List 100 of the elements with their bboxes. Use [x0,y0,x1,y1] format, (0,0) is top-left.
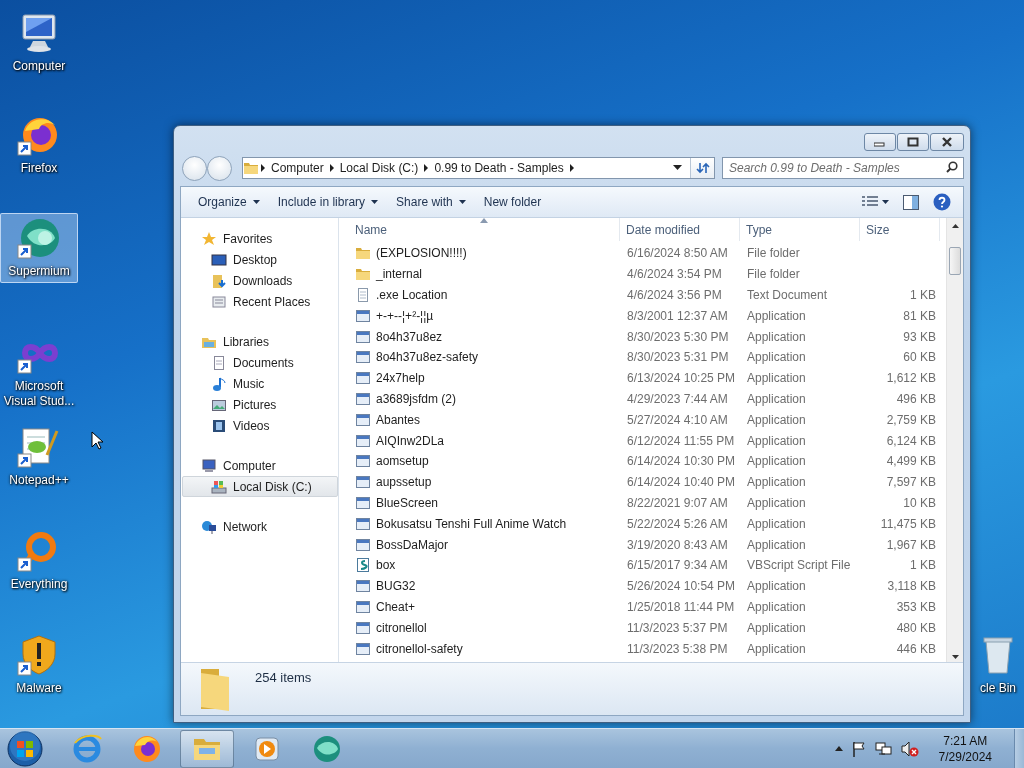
maximize-button[interactable] [897,133,929,151]
chevron-icon[interactable] [259,163,267,173]
help-button[interactable] [931,191,953,213]
windows-orb-icon [7,730,43,767]
taskbar-button[interactable] [180,729,234,768]
file-name[interactable]: Bokusatsu Tenshi Full Anime Watch [355,515,626,532]
address-bar[interactable]: Computer Local Disk (C:) 0.99 to Death - Samples [242,157,715,179]
scrollbar[interactable] [946,218,963,662]
monitor-icon [211,251,227,268]
sidebar-item[interactable]: Videos [182,415,338,436]
column-header[interactable]: Name [349,218,620,241]
file-name[interactable]: .exe Location [355,287,626,303]
globe-network-icon [201,518,217,535]
file-type: VBScript Script File [746,558,852,573]
launcher-tile[interactable]: Notepad++ [0,422,78,492]
date-modified: 5/26/2024 10:54 PM [626,579,737,594]
file-name[interactable]: 24x7help [355,370,626,387]
application-icon [355,474,371,491]
file-type: Text Document [746,288,829,302]
file-name[interactable]: BlueScreen [355,494,626,511]
application-icon [355,494,371,511]
speaker-muted-icon[interactable] [900,740,919,757]
chevron-icon[interactable] [327,163,336,173]
scroll-down-icon[interactable] [951,655,959,659]
date-modified: 6/15/2017 9:34 AM [626,558,729,573]
file-name[interactable]: citronellol [355,619,626,636]
start-button[interactable] [5,729,45,768]
file-name[interactable]: 8o4h37u8ez [355,328,626,345]
network-icon[interactable] [874,740,893,757]
flag-icon[interactable] [850,740,867,757]
toolbar-button[interactable]: Include in library [268,191,388,213]
file-name[interactable]: Abantes [355,411,626,428]
sidebar-item[interactable]: Desktop [182,249,338,270]
search-field[interactable]: Search 0.99 to Death - Samples [722,157,964,179]
sidebar-item[interactable]: Network [182,516,338,537]
sidebar-item[interactable]: Pictures [182,394,338,415]
launcher-tile[interactable]: Firefox [0,110,78,180]
chevron-icon[interactable] [422,163,431,173]
sidebar-item[interactable]: Computer [182,455,338,476]
dropdown-caret-icon[interactable] [673,165,682,171]
file-size: 1 KB [909,288,937,302]
breadcrumb[interactable]: 0.99 to Death - Samples [430,161,568,175]
file-size: 93 KB [902,329,937,344]
file-name[interactable]: (EXPLOSION!!!!) [355,245,626,262]
file-name[interactable]: aupssetup [355,474,626,491]
sidebar-item[interactable]: Downloads [182,270,338,291]
launcher-tile[interactable]: Everything [0,526,78,596]
preview-pane-button[interactable] [901,192,921,212]
breadcrumb[interactable]: Local Disk (C:) [335,161,423,175]
sidebar-item[interactable]: Documents [182,352,338,373]
file-name[interactable]: aomsetup [355,453,626,470]
breadcrumb[interactable]: Computer [267,161,328,175]
computer-icon [201,457,217,474]
column-header[interactable]: Date modified [620,218,740,241]
file-type: Application [746,308,807,323]
file-name[interactable]: box [355,557,626,574]
sidebar-item[interactable]: Local Disk (C:) [182,476,338,497]
scrollbar-thumb[interactable] [949,247,961,275]
scroll-up-icon[interactable] [951,224,959,228]
file-name[interactable]: BUG32 [355,578,626,595]
toolbar-button[interactable]: Share with [387,191,475,213]
file-type: Application [746,641,807,656]
refresh-button[interactable] [690,158,714,178]
file-type: Application [746,475,807,490]
file-name[interactable]: _internal [355,266,626,283]
file-name[interactable]: +-+--¦+²-¦¦µ [355,307,626,324]
file-name[interactable]: AIQInw2DLa [355,432,626,449]
clock[interactable]: 7:21 AM 7/29/2024 [932,732,998,765]
file-name[interactable]: a3689jsfdm (2) [355,390,626,407]
date-modified: 4/29/2023 7:44 AM [626,391,729,406]
sidebar-item[interactable]: Music [182,373,338,394]
star-icon [201,230,217,247]
up-arrow-icon[interactable] [834,746,843,751]
file-size: 10 KB [902,495,937,510]
file-size: 4,499 KB [885,454,937,469]
launcher-tile[interactable]: Microsoft Visual Stud... [0,328,78,413]
file-size: 11,475 KB [879,516,937,531]
file-type: Application [746,599,807,614]
preview-pane-icon [903,194,919,210]
file-name[interactable]: BossDaMajor [355,536,626,553]
application-icon [355,370,371,387]
toolbar-button[interactable]: New folder [474,191,551,213]
file-name[interactable]: 8o4h37u8ez-safety [355,349,626,366]
close-button[interactable] [930,133,964,151]
sidebar-item[interactable]: Recent Places [182,291,338,312]
file-size: 2,759 KB [885,412,937,427]
recent-places-icon [211,293,227,310]
column-header[interactable]: Type [740,218,860,241]
launcher-tile[interactable]: Computer [0,8,78,78]
sidebar-item[interactable]: Favorites [182,228,338,249]
date-modified: 6/14/2024 10:30 PM [626,454,737,469]
chevron-icon[interactable] [567,163,576,173]
column-header[interactable]: Size [860,218,940,241]
file-name[interactable]: Cheat+ [355,598,626,615]
help-icon [933,193,951,211]
launcher-tile[interactable]: cle Bin [972,630,1024,700]
toolbar-button[interactable]: Organize [189,191,269,213]
sidebar-item[interactable]: Libraries [182,331,338,352]
caret-icon [458,200,466,204]
file-name[interactable]: citronellol-safety [355,640,626,657]
